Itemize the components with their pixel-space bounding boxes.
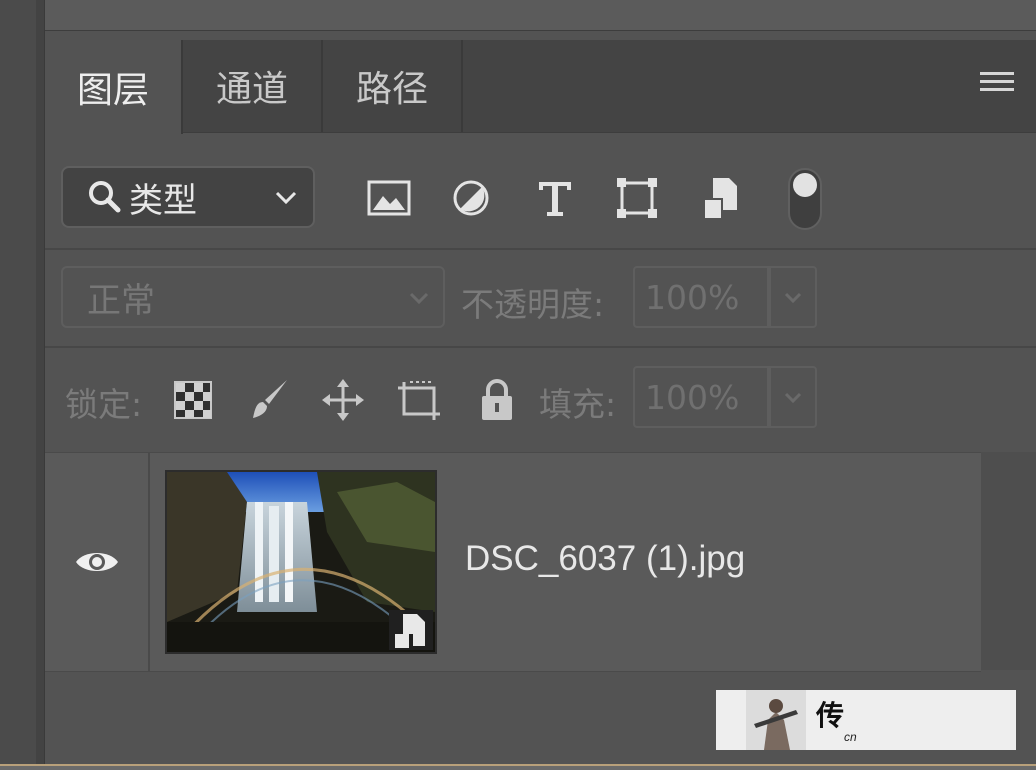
lock-position-icon[interactable] — [319, 376, 367, 424]
watermark-text: 传 — [816, 699, 845, 732]
shape-filter-icon[interactable] — [611, 172, 663, 224]
eye-icon — [75, 553, 118, 571]
divider — [45, 346, 1036, 348]
left-dock-divider — [36, 0, 45, 764]
photoshop-layers-panel-screenshot: 图层 通道 路径 类型 正常 不透明度: 100% 锁定: 填充: 100% D… — [0, 0, 1036, 770]
opacity-value: 100% — [645, 277, 740, 317]
chevron-down-icon — [275, 191, 297, 205]
layer-list-scrollbar[interactable] — [981, 452, 1036, 670]
tab-channels-label: 通道 — [215, 69, 288, 110]
opacity-input[interactable]: 100% — [633, 266, 769, 328]
opacity-dropdown-button[interactable] — [769, 266, 817, 328]
panel-tabbar: 图层 通道 路径 — [45, 40, 1036, 134]
watermark-figure-icon — [746, 690, 806, 750]
opacity-label: 不透明度: — [461, 285, 605, 324]
fill-dropdown-button[interactable] — [769, 366, 817, 428]
adjustment-filter-icon[interactable] — [445, 172, 497, 224]
blend-mode-dropdown[interactable]: 正常 — [61, 266, 445, 328]
layer-visibility-toggle[interactable] — [45, 453, 150, 671]
filter-type-label: 类型 — [129, 180, 197, 221]
fill-input[interactable]: 100% — [633, 366, 769, 428]
bottom-edge — [0, 764, 1036, 770]
layers-panel: 图层 通道 路径 类型 正常 不透明度: 100% 锁定: 填充: 100% D… — [45, 40, 1036, 764]
tab-paths[interactable]: 路径 — [323, 40, 463, 132]
filter-toggle-switch[interactable] — [788, 168, 822, 230]
type-filter-icon[interactable] — [529, 172, 581, 224]
upper-panel-edge — [45, 0, 1036, 31]
watermark-subtext: cn — [844, 730, 857, 744]
tab-layers-label: 图层 — [76, 70, 149, 111]
image-filter-icon[interactable] — [363, 172, 415, 224]
layer-name[interactable]: DSC_6037 (1).jpg — [465, 539, 745, 579]
chevron-down-icon — [784, 292, 802, 304]
fill-label: 填充: — [539, 385, 617, 424]
toggle-knob — [793, 173, 817, 197]
chevron-down-icon — [409, 292, 429, 305]
left-dock-strip — [0, 0, 37, 764]
layer-filter-dropdown[interactable]: 类型 — [61, 166, 315, 228]
lock-transparent-pixels-icon[interactable] — [169, 376, 217, 424]
lock-label: 锁定: — [65, 385, 143, 424]
tab-paths-label: 路径 — [355, 69, 428, 110]
lock-artboard-icon[interactable] — [395, 376, 443, 424]
fill-value: 100% — [645, 377, 740, 417]
search-icon — [89, 181, 121, 213]
panel-menu-icon[interactable] — [980, 72, 1014, 98]
chevron-down-icon — [784, 392, 802, 404]
lock-image-pixels-icon[interactable] — [245, 376, 293, 424]
watermark-logo: 传 cn — [716, 690, 1016, 750]
tab-channels[interactable]: 通道 — [183, 40, 323, 132]
layer-thumbnail — [165, 470, 437, 654]
blend-mode-value: 正常 — [87, 280, 155, 321]
tab-layers[interactable]: 图层 — [45, 40, 183, 134]
layer-row[interactable]: DSC_6037 (1).jpg — [45, 452, 981, 672]
lock-all-icon[interactable] — [473, 376, 521, 424]
divider — [45, 248, 1036, 250]
smart-object-filter-icon[interactable] — [695, 172, 747, 224]
